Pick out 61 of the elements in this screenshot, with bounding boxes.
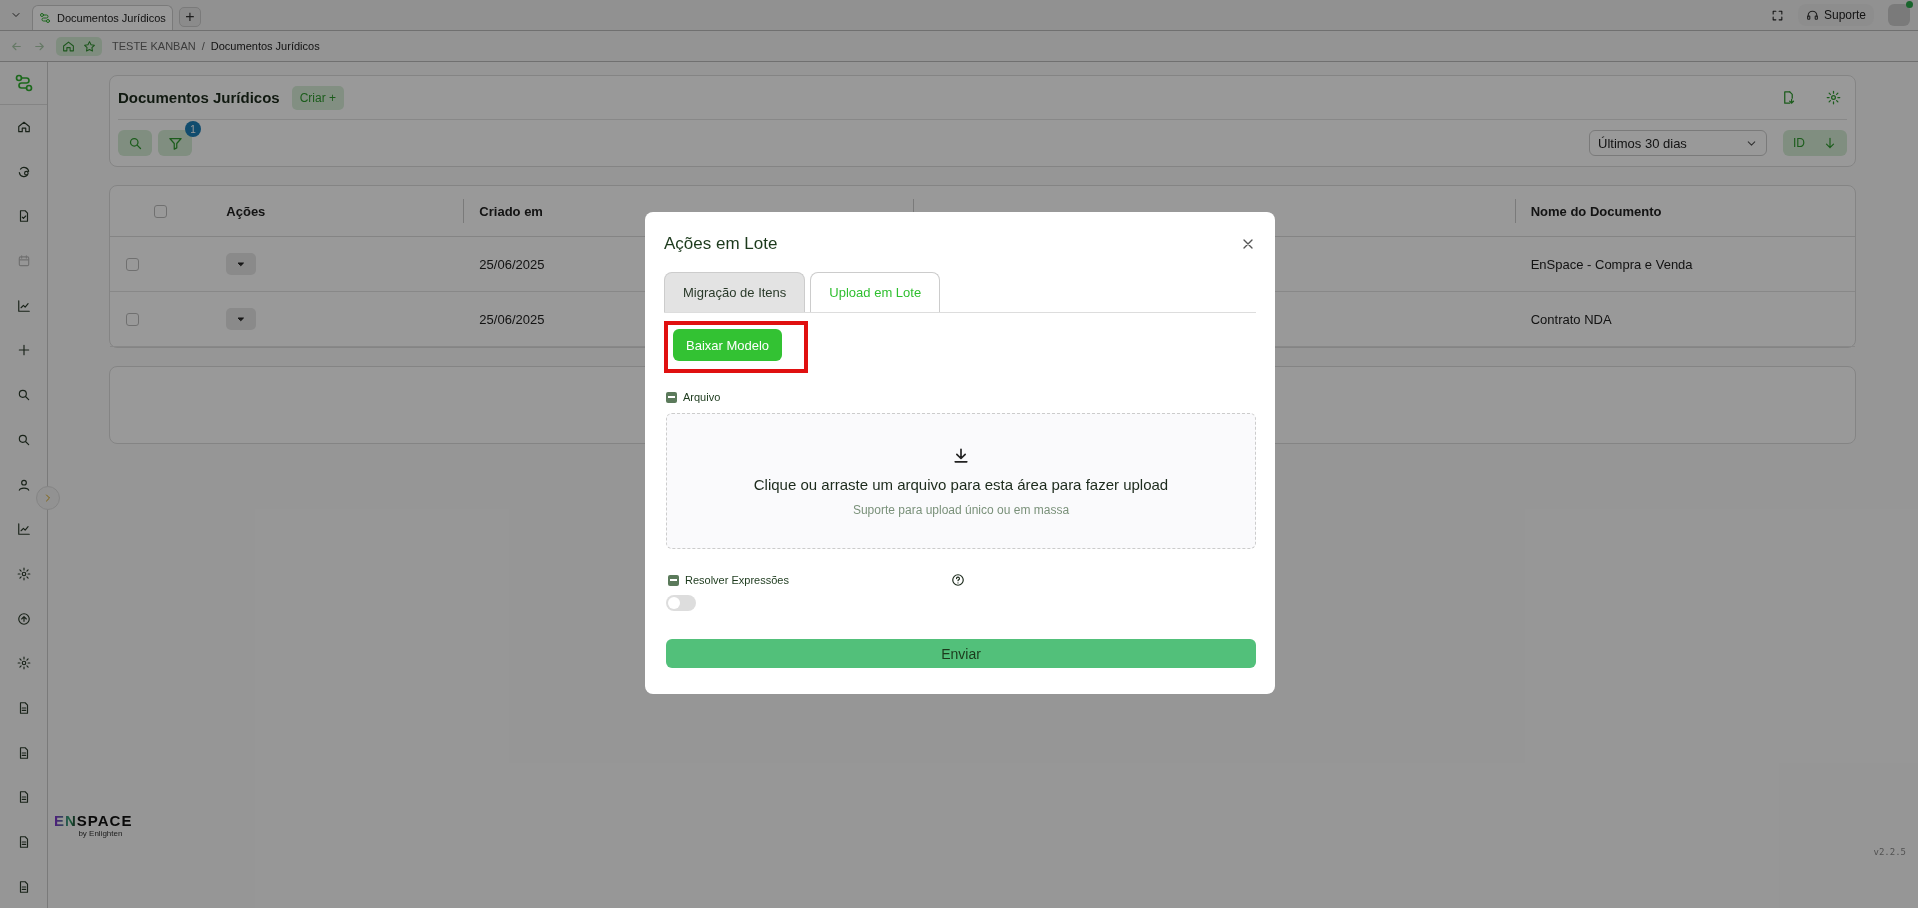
table-cell: Contrato NDA	[1530, 311, 1612, 327]
breadcrumb-separator: /	[201, 40, 205, 52]
help-icon	[950, 573, 965, 587]
upload-dropzone[interactable]: Clique ou arraste um arquivo para esta área para fazer upload Suporte para upload único ou em massa	[666, 413, 1256, 549]
plus-icon	[16, 343, 31, 358]
filter-button[interactable]	[158, 130, 192, 156]
search-button[interactable]	[118, 130, 152, 156]
actions-dropdown[interactable]	[226, 308, 257, 330]
row-checkbox[interactable]	[126, 257, 139, 271]
file-download-icon	[1781, 90, 1796, 105]
sync-icon	[16, 164, 31, 179]
chart-icon	[16, 522, 31, 537]
breadcrumb-item[interactable]: TESTE KANBAN	[112, 40, 196, 52]
submit-button[interactable]: Enviar	[666, 639, 1256, 668]
table-cell: EnSpace - Compra e Venda	[1530, 256, 1693, 272]
tab-label: Documentos Jurídicos	[57, 12, 166, 24]
upload-icon	[16, 611, 31, 626]
breadcrumb-item[interactable]: Documentos Jurídicos	[210, 40, 320, 52]
new-tab-button[interactable]: +	[178, 7, 201, 27]
row-checkbox[interactable]	[126, 312, 139, 326]
page-title: Documentos Jurídicos	[118, 89, 280, 106]
search-icon	[127, 135, 143, 151]
arrow-down-icon	[1823, 136, 1837, 150]
user-icon	[16, 477, 31, 492]
field-label: Resolver Expressões	[685, 574, 789, 586]
chart-icon	[16, 298, 31, 313]
table-cell: 25/06/2025	[479, 256, 545, 272]
period-select[interactable]: Últimos 30 dias	[1589, 130, 1767, 156]
dropzone-hint: Suporte para upload único ou em massa	[852, 502, 1070, 517]
search-icon	[16, 388, 31, 403]
star-icon	[83, 39, 96, 53]
minus-icon	[666, 391, 677, 403]
select-all-checkbox[interactable]	[154, 204, 167, 218]
actions-dropdown[interactable]	[226, 253, 257, 275]
flow-icon	[39, 12, 51, 24]
column-header[interactable]: Nome do Documento	[1530, 203, 1662, 219]
home-icon	[16, 120, 31, 135]
minus-icon	[668, 574, 679, 586]
toggle-switch[interactable]	[666, 595, 696, 611]
flow-logo-icon	[13, 72, 34, 93]
version-label: v2.2.5	[1873, 847, 1906, 857]
filter-icon	[167, 135, 183, 151]
browser-tab[interactable]: Documentos Jurídicos	[32, 5, 173, 30]
dialog-title: Ações em Lote	[664, 234, 778, 254]
dropzone-text: Clique ou arraste um arquivo para esta área para fazer upload	[753, 475, 1169, 493]
table-cell: 25/06/2025	[479, 311, 545, 327]
expand-handle[interactable]	[36, 486, 60, 510]
column-header[interactable]: Ações	[226, 203, 266, 219]
field-label: Arquivo	[683, 391, 721, 403]
filter-count-badge: 1	[185, 121, 201, 137]
logo-byline: by Enlighten	[78, 829, 123, 838]
avatar[interactable]	[1888, 4, 1910, 26]
column-header[interactable]: Criado em	[479, 203, 543, 219]
support-button[interactable]: Suporte	[1797, 4, 1874, 26]
tab[interactable]: Migração de Itens	[664, 272, 806, 312]
calendar-icon	[16, 254, 31, 269]
headset-icon	[1805, 8, 1819, 22]
fullscreen-icon	[1770, 8, 1784, 22]
export-button[interactable]	[1781, 90, 1796, 105]
home-icon	[62, 39, 75, 53]
search-icon	[16, 432, 31, 447]
